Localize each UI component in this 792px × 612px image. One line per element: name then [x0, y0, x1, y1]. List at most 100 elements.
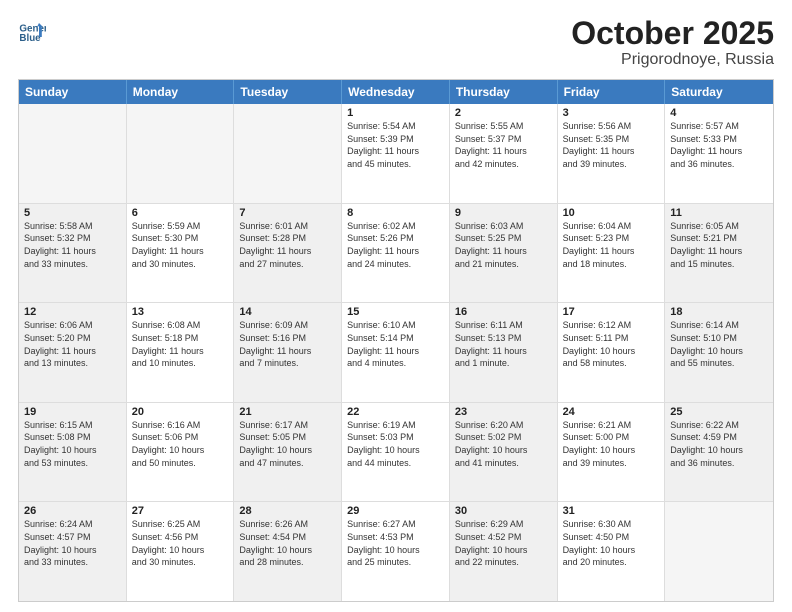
day-number: 27: [132, 505, 229, 517]
day-number: 20: [132, 406, 229, 418]
cell-info: Sunrise: 6:27 AM Sunset: 4:53 PM Dayligh…: [347, 518, 444, 568]
cell-info: Sunrise: 5:56 AM Sunset: 5:35 PM Dayligh…: [563, 120, 660, 170]
cell-info: Sunrise: 6:05 AM Sunset: 5:21 PM Dayligh…: [670, 220, 768, 270]
calendar-cell: 12Sunrise: 6:06 AM Sunset: 5:20 PM Dayli…: [19, 303, 127, 402]
day-number: 12: [24, 306, 121, 318]
calendar-cell: 19Sunrise: 6:15 AM Sunset: 5:08 PM Dayli…: [19, 403, 127, 502]
weekday-header: Friday: [558, 80, 666, 104]
day-number: 11: [670, 207, 768, 219]
calendar-cell: 25Sunrise: 6:22 AM Sunset: 4:59 PM Dayli…: [665, 403, 773, 502]
cell-info: Sunrise: 6:30 AM Sunset: 4:50 PM Dayligh…: [563, 518, 660, 568]
calendar-row: 12Sunrise: 6:06 AM Sunset: 5:20 PM Dayli…: [19, 302, 773, 402]
calendar-cell: 15Sunrise: 6:10 AM Sunset: 5:14 PM Dayli…: [342, 303, 450, 402]
calendar-cell: 16Sunrise: 6:11 AM Sunset: 5:13 PM Dayli…: [450, 303, 558, 402]
calendar-cell: 27Sunrise: 6:25 AM Sunset: 4:56 PM Dayli…: [127, 502, 235, 601]
page: General Blue October 2025 Prigorodnoye, …: [0, 0, 792, 612]
cell-info: Sunrise: 6:25 AM Sunset: 4:56 PM Dayligh…: [132, 518, 229, 568]
weekday-header: Sunday: [19, 80, 127, 104]
calendar-cell: 21Sunrise: 6:17 AM Sunset: 5:05 PM Dayli…: [234, 403, 342, 502]
cell-info: Sunrise: 6:02 AM Sunset: 5:26 PM Dayligh…: [347, 220, 444, 270]
calendar-body: 1Sunrise: 5:54 AM Sunset: 5:39 PM Daylig…: [19, 104, 773, 601]
calendar-cell: 24Sunrise: 6:21 AM Sunset: 5:00 PM Dayli…: [558, 403, 666, 502]
day-number: 17: [563, 306, 660, 318]
title-block: October 2025 Prigorodnoye, Russia: [571, 16, 774, 69]
calendar-row: 1Sunrise: 5:54 AM Sunset: 5:39 PM Daylig…: [19, 104, 773, 203]
day-number: 25: [670, 406, 768, 418]
cell-info: Sunrise: 5:58 AM Sunset: 5:32 PM Dayligh…: [24, 220, 121, 270]
day-number: 7: [239, 207, 336, 219]
calendar-cell: 10Sunrise: 6:04 AM Sunset: 5:23 PM Dayli…: [558, 204, 666, 303]
calendar-cell: 29Sunrise: 6:27 AM Sunset: 4:53 PM Dayli…: [342, 502, 450, 601]
day-number: 26: [24, 505, 121, 517]
day-number: 2: [455, 107, 552, 119]
day-number: 19: [24, 406, 121, 418]
calendar-cell: 30Sunrise: 6:29 AM Sunset: 4:52 PM Dayli…: [450, 502, 558, 601]
weekday-header: Tuesday: [234, 80, 342, 104]
calendar-cell: 13Sunrise: 6:08 AM Sunset: 5:18 PM Dayli…: [127, 303, 235, 402]
calendar-cell: 28Sunrise: 6:26 AM Sunset: 4:54 PM Dayli…: [234, 502, 342, 601]
svg-text:Blue: Blue: [19, 33, 41, 44]
weekday-header: Saturday: [665, 80, 773, 104]
weekday-header: Thursday: [450, 80, 558, 104]
calendar-cell: 6Sunrise: 5:59 AM Sunset: 5:30 PM Daylig…: [127, 204, 235, 303]
day-number: 15: [347, 306, 444, 318]
calendar-row: 26Sunrise: 6:24 AM Sunset: 4:57 PM Dayli…: [19, 501, 773, 601]
calendar-cell: 23Sunrise: 6:20 AM Sunset: 5:02 PM Dayli…: [450, 403, 558, 502]
day-number: 22: [347, 406, 444, 418]
day-number: 28: [239, 505, 336, 517]
day-number: 1: [347, 107, 444, 119]
logo-icon: General Blue: [18, 16, 46, 44]
cell-info: Sunrise: 6:04 AM Sunset: 5:23 PM Dayligh…: [563, 220, 660, 270]
cell-info: Sunrise: 6:21 AM Sunset: 5:00 PM Dayligh…: [563, 419, 660, 469]
calendar-cell: 20Sunrise: 6:16 AM Sunset: 5:06 PM Dayli…: [127, 403, 235, 502]
calendar-cell: [19, 104, 127, 203]
calendar-cell: 18Sunrise: 6:14 AM Sunset: 5:10 PM Dayli…: [665, 303, 773, 402]
cell-info: Sunrise: 6:03 AM Sunset: 5:25 PM Dayligh…: [455, 220, 552, 270]
calendar-row: 5Sunrise: 5:58 AM Sunset: 5:32 PM Daylig…: [19, 203, 773, 303]
calendar-cell: 14Sunrise: 6:09 AM Sunset: 5:16 PM Dayli…: [234, 303, 342, 402]
day-number: 14: [239, 306, 336, 318]
cell-info: Sunrise: 6:17 AM Sunset: 5:05 PM Dayligh…: [239, 419, 336, 469]
weekday-header: Wednesday: [342, 80, 450, 104]
calendar-cell: 1Sunrise: 5:54 AM Sunset: 5:39 PM Daylig…: [342, 104, 450, 203]
cell-info: Sunrise: 6:24 AM Sunset: 4:57 PM Dayligh…: [24, 518, 121, 568]
location-title: Prigorodnoye, Russia: [571, 51, 774, 69]
cell-info: Sunrise: 6:19 AM Sunset: 5:03 PM Dayligh…: [347, 419, 444, 469]
calendar-row: 19Sunrise: 6:15 AM Sunset: 5:08 PM Dayli…: [19, 402, 773, 502]
calendar-cell: 22Sunrise: 6:19 AM Sunset: 5:03 PM Dayli…: [342, 403, 450, 502]
calendar-cell: 17Sunrise: 6:12 AM Sunset: 5:11 PM Dayli…: [558, 303, 666, 402]
calendar-cell: [665, 502, 773, 601]
cell-info: Sunrise: 5:57 AM Sunset: 5:33 PM Dayligh…: [670, 120, 768, 170]
cell-info: Sunrise: 6:16 AM Sunset: 5:06 PM Dayligh…: [132, 419, 229, 469]
calendar-cell: 5Sunrise: 5:58 AM Sunset: 5:32 PM Daylig…: [19, 204, 127, 303]
day-number: 10: [563, 207, 660, 219]
cell-info: Sunrise: 6:01 AM Sunset: 5:28 PM Dayligh…: [239, 220, 336, 270]
header: General Blue October 2025 Prigorodnoye, …: [18, 16, 774, 69]
cell-info: Sunrise: 5:54 AM Sunset: 5:39 PM Dayligh…: [347, 120, 444, 170]
cell-info: Sunrise: 6:29 AM Sunset: 4:52 PM Dayligh…: [455, 518, 552, 568]
cell-info: Sunrise: 6:22 AM Sunset: 4:59 PM Dayligh…: [670, 419, 768, 469]
calendar-cell: 3Sunrise: 5:56 AM Sunset: 5:35 PM Daylig…: [558, 104, 666, 203]
cell-info: Sunrise: 6:09 AM Sunset: 5:16 PM Dayligh…: [239, 319, 336, 369]
cell-info: Sunrise: 6:08 AM Sunset: 5:18 PM Dayligh…: [132, 319, 229, 369]
calendar-cell: 9Sunrise: 6:03 AM Sunset: 5:25 PM Daylig…: [450, 204, 558, 303]
calendar-cell: 11Sunrise: 6:05 AM Sunset: 5:21 PM Dayli…: [665, 204, 773, 303]
cell-info: Sunrise: 5:59 AM Sunset: 5:30 PM Dayligh…: [132, 220, 229, 270]
calendar-header: SundayMondayTuesdayWednesdayThursdayFrid…: [19, 80, 773, 104]
cell-info: Sunrise: 6:11 AM Sunset: 5:13 PM Dayligh…: [455, 319, 552, 369]
day-number: 3: [563, 107, 660, 119]
day-number: 30: [455, 505, 552, 517]
day-number: 18: [670, 306, 768, 318]
day-number: 24: [563, 406, 660, 418]
cell-info: Sunrise: 6:15 AM Sunset: 5:08 PM Dayligh…: [24, 419, 121, 469]
calendar-cell: 26Sunrise: 6:24 AM Sunset: 4:57 PM Dayli…: [19, 502, 127, 601]
calendar-cell: 2Sunrise: 5:55 AM Sunset: 5:37 PM Daylig…: [450, 104, 558, 203]
calendar-cell: [234, 104, 342, 203]
calendar-cell: 8Sunrise: 6:02 AM Sunset: 5:26 PM Daylig…: [342, 204, 450, 303]
cell-info: Sunrise: 5:55 AM Sunset: 5:37 PM Dayligh…: [455, 120, 552, 170]
logo: General Blue: [18, 16, 48, 44]
calendar-cell: 4Sunrise: 5:57 AM Sunset: 5:33 PM Daylig…: [665, 104, 773, 203]
calendar-cell: [127, 104, 235, 203]
day-number: 4: [670, 107, 768, 119]
cell-info: Sunrise: 6:20 AM Sunset: 5:02 PM Dayligh…: [455, 419, 552, 469]
